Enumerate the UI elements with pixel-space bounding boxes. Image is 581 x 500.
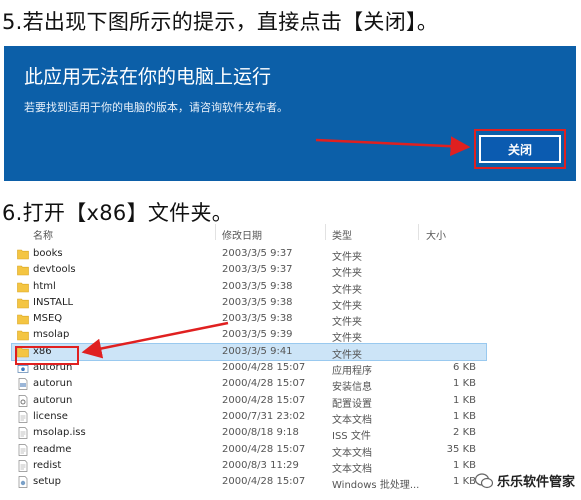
modified-date: 2003/3/5 9:38	[222, 280, 293, 292]
file-type: 文件夹	[332, 349, 362, 361]
dialog-title: 此应用无法在你的电脑上运行	[24, 66, 272, 88]
modified-date: 2000/8/3 11:29	[222, 459, 299, 471]
modified-date: 2000/7/31 23:02	[222, 410, 306, 422]
file-size: 1 KB	[453, 378, 476, 390]
file-size: 1 KB	[453, 410, 476, 422]
file-type: 文本文档	[332, 447, 372, 459]
file-name: autorun	[33, 378, 73, 390]
column-name-header[interactable]: 名称	[33, 227, 53, 242]
file-name: readme	[33, 443, 72, 455]
file-row-readme[interactable]: readme 2000/4/28 15:07 文本文档 35 KB	[12, 442, 486, 459]
document-icon	[17, 443, 29, 456]
file-name: license	[33, 410, 68, 422]
file-explorer-list: 名称 修改日期 类型 大小 books 2003/3/5 9:37 文件夹 devto…	[11, 222, 487, 500]
file-size: 1 KB	[453, 476, 476, 488]
file-size: 35 KB	[446, 443, 476, 455]
file-name: INSTALL	[33, 296, 74, 308]
file-type: 文件夹	[332, 317, 362, 329]
file-rows: books 2003/3/5 9:37 文件夹 devtools 2003/3/5 9:…	[11, 246, 487, 492]
watermark: 乐乐软件管家	[474, 471, 575, 490]
setup-info-icon	[17, 378, 29, 391]
folder-icon	[17, 281, 29, 293]
file-row-devtools[interactable]: devtools 2003/3/5 9:37 文件夹	[12, 262, 486, 280]
document-icon	[17, 460, 29, 472]
folder-icon	[17, 329, 29, 341]
close-button[interactable]: 关闭	[479, 135, 561, 163]
folder-icon	[17, 297, 29, 309]
batch-icon	[17, 476, 29, 489]
file-row-autorun[interactable]: autorun 2000/4/28 15:07 安装信息 1 KB	[12, 376, 486, 394]
file-row-books[interactable]: books 2003/3/5 9:37 文件夹	[12, 246, 486, 263]
modified-date: 2000/4/28 15:07	[222, 394, 306, 406]
folder-icon	[17, 313, 29, 325]
folder-icon	[17, 248, 29, 260]
modified-date: 2000/8/18 9:18	[222, 427, 299, 439]
file-type: 文件夹	[332, 333, 362, 345]
file-type: Windows 批处理...	[332, 480, 420, 492]
file-row-autorun[interactable]: autorun 2000/4/28 15:07 配置设置 1 KB	[12, 393, 486, 410]
file-name: MSEQ	[33, 313, 63, 325]
modified-date: 2003/3/5 9:38	[222, 296, 293, 308]
incompatible-app-dialog: 此应用无法在你的电脑上运行 若要找到适用于你的电脑的版本，请咨询软件发布者。 关…	[4, 46, 576, 181]
column-type-header[interactable]: 类型	[332, 227, 352, 242]
folder-icon	[17, 264, 29, 276]
config-icon	[17, 394, 29, 407]
file-row-mseq[interactable]: MSEQ 2003/3/5 9:38 文件夹	[12, 311, 486, 329]
file-name: msolap	[33, 329, 70, 341]
column-date-header[interactable]: 修改日期	[222, 227, 262, 242]
file-row-autorun[interactable]: autorun 2000/4/28 15:07 应用程序 6 KB	[12, 360, 486, 378]
file-row-x86[interactable]: x86 2003/3/5 9:41 文件夹	[11, 342, 487, 362]
close-button-highlight-box: 关闭	[474, 129, 566, 169]
modified-date: 2000/4/28 15:07	[222, 378, 306, 390]
file-type: 文本文档	[332, 414, 372, 426]
modified-date: 2003/3/5 9:37	[222, 248, 293, 259]
modified-date: 2000/4/28 15:07	[222, 443, 306, 455]
file-size: 1 KB	[453, 394, 476, 406]
x86-highlight-box	[15, 346, 79, 365]
column-header-row: 名称 修改日期 类型 大小	[12, 222, 486, 242]
file-type: 文本文档	[332, 463, 372, 475]
file-row-install[interactable]: INSTALL 2003/3/5 9:38 文件夹	[12, 295, 486, 312]
file-size: 1 KB	[453, 459, 476, 471]
document-icon	[17, 411, 29, 423]
file-row-redist[interactable]: redist 2000/8/3 11:29 文本文档 1 KB	[12, 458, 486, 475]
column-divider[interactable]	[418, 224, 419, 240]
watermark-text: 乐乐软件管家	[496, 475, 575, 490]
file-name: autorun	[33, 394, 73, 406]
file-row-msolap[interactable]: msolap 2003/3/5 9:39 文件夹	[12, 327, 486, 345]
column-divider[interactable]	[325, 224, 326, 240]
file-size: 2 KB	[453, 427, 476, 439]
file-type: 文件夹	[332, 268, 362, 280]
file-row-setup[interactable]: setup 2000/4/28 15:07 Windows 批处理... 1 KB	[12, 474, 486, 492]
file-size: 6 KB	[453, 362, 476, 374]
wechat-icon	[474, 472, 493, 488]
file-name: devtools	[33, 264, 76, 276]
file-type: ISS 文件	[332, 431, 371, 443]
file-row-license[interactable]: license 2000/7/31 23:02 文本文档 1 KB	[12, 409, 486, 426]
file-type: 文件夹	[332, 284, 362, 296]
file-name: redist	[33, 459, 62, 471]
modified-date: 2000/4/28 15:07	[222, 362, 306, 374]
file-name: setup	[33, 476, 61, 488]
modified-date: 2003/3/5 9:39	[222, 329, 293, 341]
step-5-heading: 5.若出现下图所示的提示，直接点击【关闭】。	[2, 10, 439, 34]
file-row-html[interactable]: html 2003/3/5 9:38 文件夹	[12, 279, 486, 296]
modified-date: 2003/3/5 9:37	[222, 264, 293, 276]
modified-date: 2003/3/5 9:41	[222, 345, 293, 357]
file-type: 配置设置	[332, 398, 372, 410]
modified-date: 2003/3/5 9:38	[222, 313, 293, 325]
modified-date: 2000/4/28 15:07	[222, 476, 306, 488]
file-name: html	[33, 280, 56, 292]
dialog-message: 若要找到适用于你的电脑的版本，请咨询软件发布者。	[24, 101, 288, 114]
file-type: 应用程序	[332, 366, 372, 378]
column-size-header[interactable]: 大小	[426, 227, 446, 242]
file-type: 文件夹	[332, 252, 362, 263]
file-type: 安装信息	[332, 382, 372, 394]
file-row-msolap-iss[interactable]: msolap.iss 2000/8/18 9:18 ISS 文件 2 KB	[12, 425, 486, 443]
file-name: msolap.iss	[33, 427, 86, 439]
file-name: books	[33, 248, 63, 259]
file-type: 文件夹	[332, 300, 362, 312]
column-divider[interactable]	[215, 224, 216, 240]
document-icon	[17, 427, 29, 440]
